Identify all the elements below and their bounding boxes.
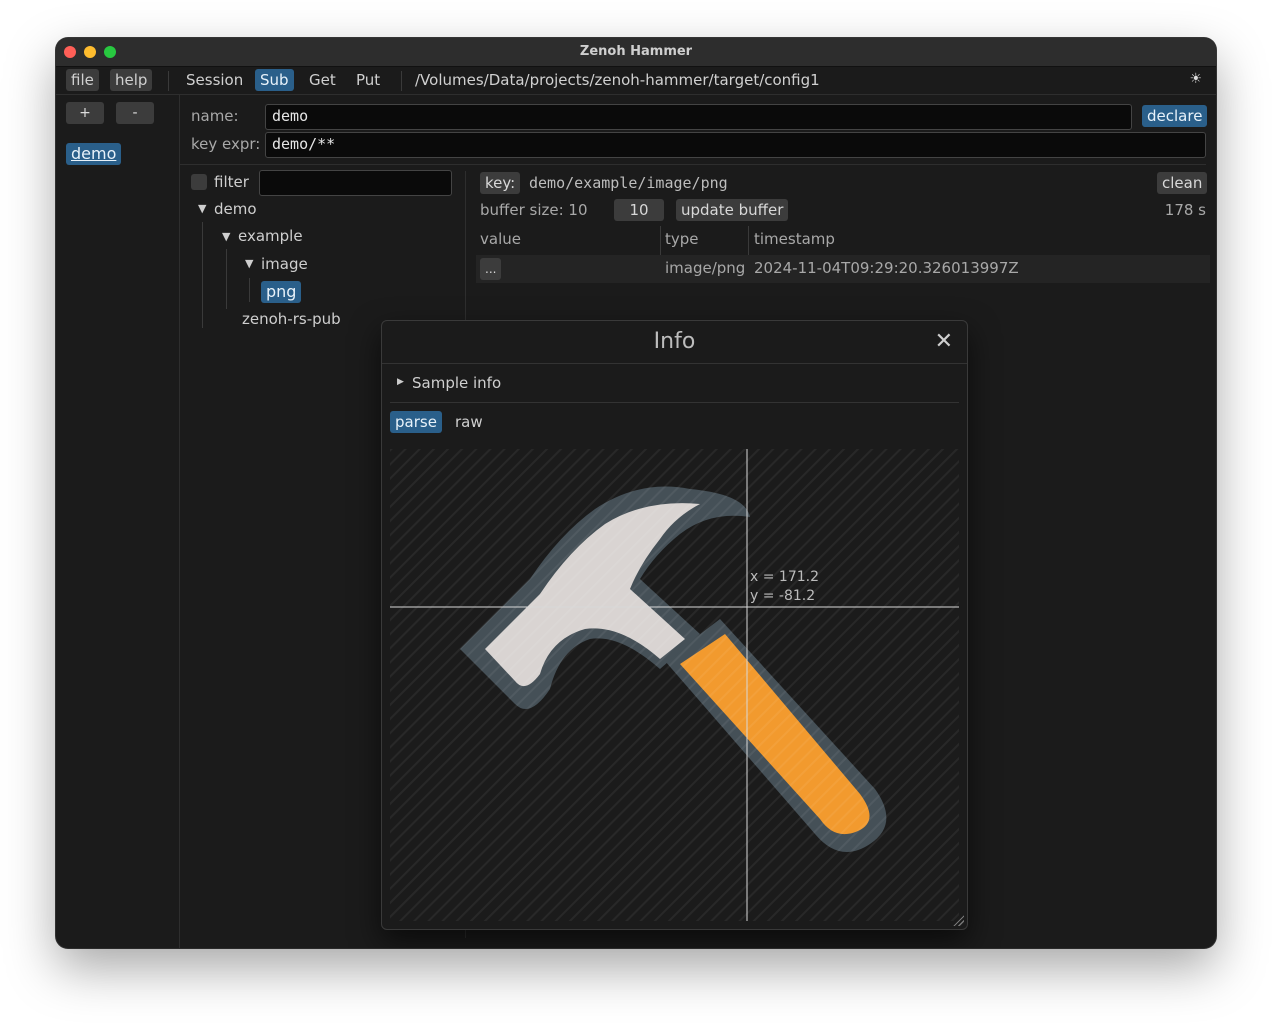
help-menu[interactable]: help bbox=[110, 69, 153, 91]
chevron-down-icon[interactable]: ▼ bbox=[245, 257, 253, 270]
cursor-x-readout: x = 171.2 bbox=[750, 569, 819, 585]
app-window: Zenoh Hammer file help Session Sub Get P… bbox=[56, 38, 1216, 948]
menu-bar: file help Session Sub Get Put /Volumes/D… bbox=[56, 67, 1216, 95]
tree-node-zenoh-rs-pub[interactable]: zenoh-rs-pub bbox=[242, 310, 341, 328]
menu-divider bbox=[401, 71, 402, 91]
name-label: name: bbox=[191, 107, 239, 125]
clean-button[interactable]: clean bbox=[1157, 172, 1208, 194]
sidebar-item-demo[interactable]: demo bbox=[66, 143, 122, 165]
tab-get[interactable]: Get bbox=[304, 69, 341, 91]
tab-session[interactable]: Session bbox=[181, 69, 248, 91]
dialog-title-divider bbox=[382, 363, 967, 364]
table-row[interactable]: ... image/png 2024-11-04T09:29:20.326013… bbox=[476, 255, 1210, 283]
key-value: demo/example/image/png bbox=[529, 174, 728, 192]
resize-handle[interactable] bbox=[952, 914, 964, 926]
tree-node-image[interactable]: image bbox=[261, 255, 308, 273]
title-bar: Zenoh Hammer bbox=[56, 38, 1216, 67]
buffer-size-input[interactable]: 10 bbox=[614, 199, 664, 221]
cursor-y-readout: y = -81.2 bbox=[750, 588, 816, 604]
info-dialog: Info ✕ ▶ Sample info parse raw x = 171.2… bbox=[381, 320, 968, 930]
name-field[interactable]: demo bbox=[265, 104, 1132, 130]
tab-parse[interactable]: parse bbox=[390, 411, 442, 433]
sessions-sidebar: + - demo bbox=[56, 95, 180, 948]
tree-guide bbox=[202, 222, 203, 328]
value-expand-button[interactable]: ... bbox=[480, 258, 502, 280]
key-label: key: bbox=[480, 172, 521, 194]
column-header-timestamp: timestamp bbox=[754, 230, 835, 248]
image-plot[interactable]: x = 171.2 y = -81.2 bbox=[390, 449, 959, 921]
tree-node-png[interactable]: png bbox=[261, 281, 302, 303]
dialog-title: Info bbox=[653, 329, 696, 354]
declare-button[interactable]: declare bbox=[1142, 105, 1208, 127]
filter-checkbox[interactable] bbox=[191, 174, 207, 190]
close-icon[interactable]: ✕ bbox=[935, 329, 953, 354]
key-expr-field[interactable]: demo/** bbox=[265, 132, 1206, 158]
key-expr-label: key expr: bbox=[191, 135, 261, 153]
buffer-size-label: buffer size: 10 bbox=[480, 201, 588, 219]
section-divider bbox=[390, 402, 959, 403]
tab-put[interactable]: Put bbox=[351, 69, 385, 91]
chevron-right-icon[interactable]: ▶ bbox=[397, 377, 404, 387]
hammer-icon bbox=[390, 449, 959, 921]
chevron-down-icon[interactable]: ▼ bbox=[222, 230, 230, 243]
tree-node-example[interactable]: example bbox=[238, 227, 303, 245]
filter-label: filter bbox=[214, 173, 249, 191]
tree-guide bbox=[226, 249, 227, 309]
tree-node-demo[interactable]: demo bbox=[214, 200, 257, 218]
row-type: image/png bbox=[665, 259, 746, 277]
filter-input[interactable] bbox=[259, 170, 452, 196]
column-header-value: value bbox=[480, 230, 521, 248]
config-path: /Volumes/Data/projects/zenoh-hammer/targ… bbox=[415, 71, 820, 89]
sample-info-toggle[interactable]: Sample info bbox=[412, 374, 501, 392]
column-header-type: type bbox=[665, 230, 699, 248]
row-timestamp: 2024-11-04T09:29:20.326013997Z bbox=[754, 259, 1019, 277]
tab-sub[interactable]: Sub bbox=[255, 69, 294, 91]
form-divider bbox=[180, 164, 1206, 165]
update-buffer-button[interactable]: update buffer bbox=[676, 199, 789, 221]
elapsed-time: 178 s bbox=[1164, 201, 1206, 219]
tree-guide bbox=[249, 278, 250, 302]
menu-divider bbox=[168, 71, 169, 91]
chevron-down-icon[interactable]: ▼ bbox=[198, 202, 206, 215]
add-subscriber-button[interactable]: + bbox=[66, 102, 104, 124]
file-menu[interactable]: file bbox=[66, 69, 99, 91]
window-title: Zenoh Hammer bbox=[579, 44, 693, 59]
theme-toggle-icon[interactable]: ☀ bbox=[1189, 71, 1202, 87]
remove-subscriber-button[interactable]: - bbox=[116, 102, 154, 124]
tab-raw[interactable]: raw bbox=[455, 413, 483, 431]
